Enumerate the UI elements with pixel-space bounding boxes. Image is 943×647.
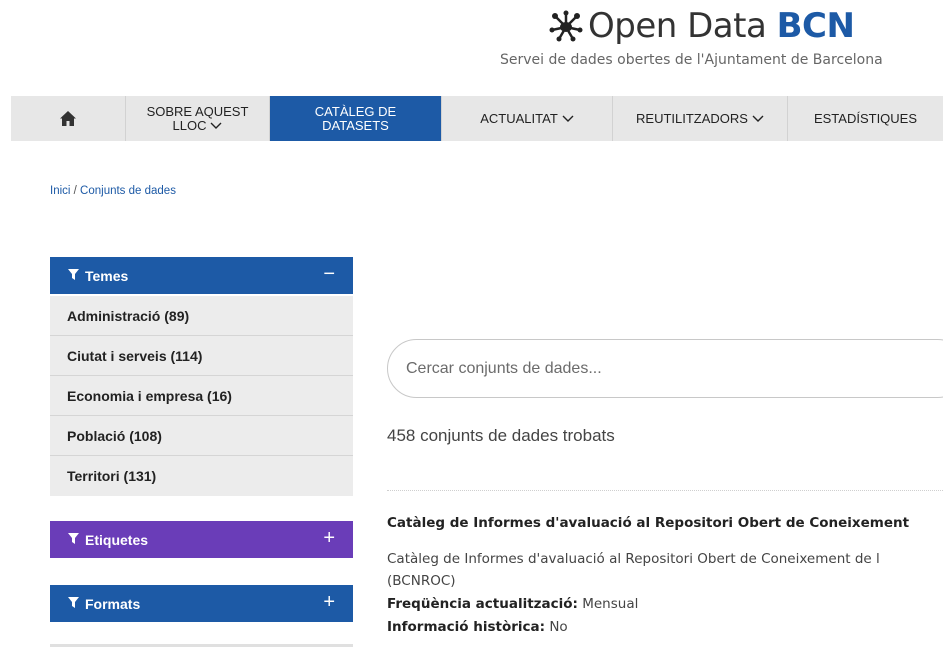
results-count: 458 conjunts de dades trobats <box>387 426 615 445</box>
tags-filter-label: Etiquetes <box>85 531 149 548</box>
tags-filter-header[interactable]: Etiquetes + <box>50 521 353 558</box>
home-icon <box>60 111 76 126</box>
expand-icon[interactable]: + <box>323 591 335 613</box>
network-logo-icon <box>549 10 583 42</box>
breadcrumb: Inici / Conjunts de dades <box>50 185 176 197</box>
nav-about[interactable]: SOBRE AQUEST LLOC <box>126 96 270 141</box>
theme-item[interactable]: Ciutat i serveis (114) <box>50 336 353 376</box>
theme-item[interactable]: Administració (89) <box>50 296 353 336</box>
breadcrumb-home-link[interactable]: Inici <box>50 185 70 197</box>
chevron-down-icon <box>562 112 574 126</box>
formats-filter-header[interactable]: Formats + <box>50 585 353 622</box>
themes-list: Administració (89) Ciutat i serveis (114… <box>50 296 353 496</box>
breadcrumb-current[interactable]: Conjunts de dades <box>80 185 176 197</box>
nav-news[interactable]: ACTUALITAT <box>442 96 613 141</box>
expand-icon[interactable]: + <box>323 527 335 549</box>
chevron-down-icon <box>210 119 222 133</box>
theme-item[interactable]: Territori (131) <box>50 456 353 496</box>
nav-catalog[interactable]: CATÀLEG DE DATASETS <box>270 96 442 141</box>
main-nav: SOBRE AQUEST LLOC CATÀLEG DE DATASETS ACTU… <box>11 96 943 141</box>
site-logo[interactable]: Open Data BCN <box>548 6 855 46</box>
results-divider <box>387 490 943 491</box>
site-tagline: Servei de dades obertes de l'Ajuntament … <box>500 52 883 68</box>
filter-icon <box>68 532 79 547</box>
breadcrumb-separator: / <box>70 185 81 197</box>
theme-item[interactable]: Economia i empresa (16) <box>50 376 353 416</box>
dataset-title-link[interactable]: Catàleg de Informes d'avaluació al Repos… <box>387 515 909 531</box>
theme-item[interactable]: Població (108) <box>50 416 353 456</box>
nav-statistics[interactable]: ESTADÍSTIQUES <box>788 96 943 141</box>
nav-reusers[interactable]: REUTILITZADORS <box>613 96 788 141</box>
filter-icon <box>68 596 79 611</box>
dataset-frequency: Freqüència actualització: Mensual <box>387 596 639 612</box>
dataset-description: Catàleg de Informes d'avaluació al Repos… <box>387 551 880 589</box>
collapse-icon[interactable]: − <box>323 263 335 285</box>
formats-filter-label: Formats <box>85 595 141 612</box>
dataset-search-input[interactable] <box>387 339 943 398</box>
chevron-down-icon <box>752 112 764 126</box>
logo-text: Open Data BCN <box>588 6 855 46</box>
themes-filter-header[interactable]: Temes − <box>50 257 353 294</box>
filter-icon <box>68 268 79 283</box>
themes-filter-label: Temes <box>85 267 129 284</box>
dataset-history: Informació històrica: No <box>387 619 568 635</box>
nav-home[interactable] <box>11 96 126 141</box>
